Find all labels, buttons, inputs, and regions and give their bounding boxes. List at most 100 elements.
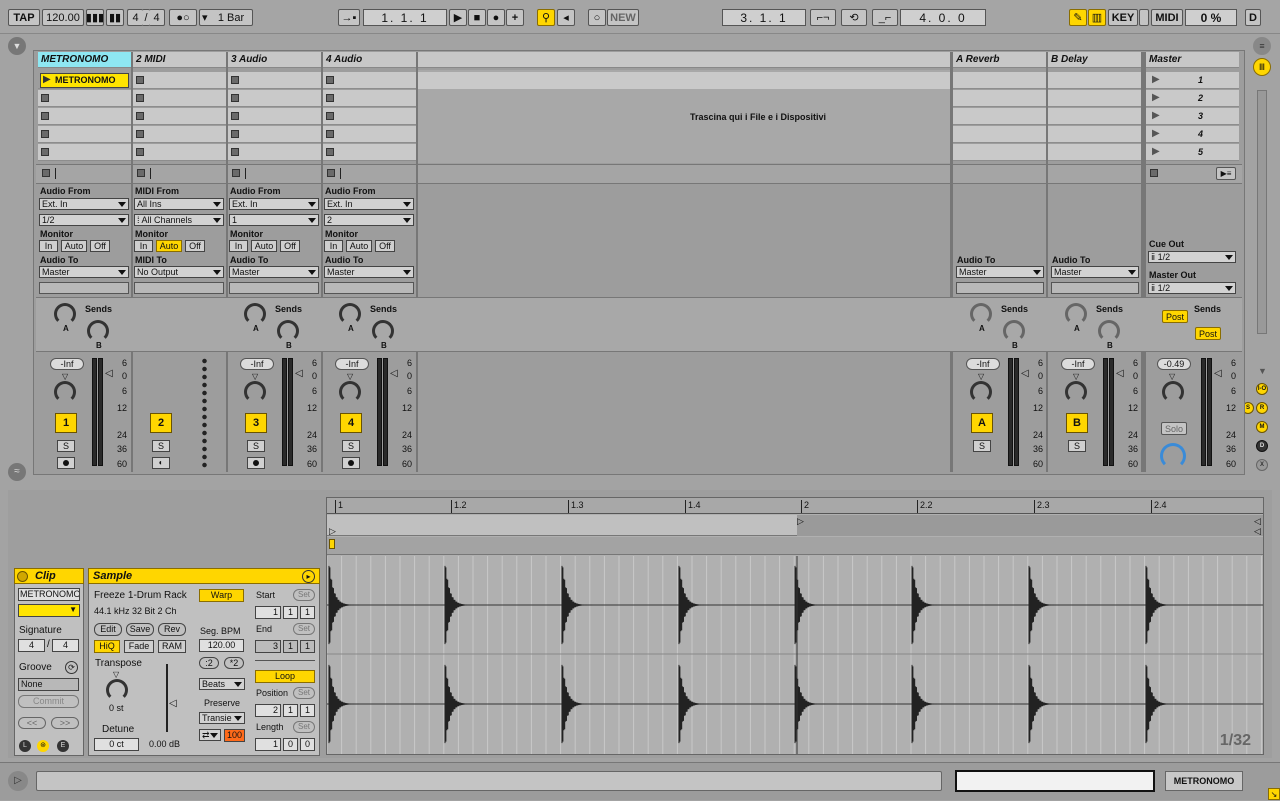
cue-out-dropdown[interactable]: ⅱ 1/2 [1148, 251, 1236, 263]
master-header[interactable]: Master [1146, 52, 1239, 68]
clip-play-icon[interactable]: ▶ [43, 74, 51, 85]
clip-slot[interactable] [133, 108, 226, 125]
key-map-button[interactable]: KEY [1108, 9, 1138, 26]
clip-slot[interactable] [228, 126, 321, 143]
sample-editor[interactable]: 1 1.2 1.3 1.4 2 2.2 2.3 2.4 ▷ ◁ ▷ ◁ 1/32 [326, 497, 1264, 755]
post-button-b[interactable]: Post [1195, 327, 1221, 340]
stop-icon[interactable]: ■ [468, 9, 486, 26]
output-channel-field[interactable] [1051, 282, 1139, 294]
edit-button[interactable]: Edit [94, 623, 122, 636]
clip-slot[interactable] [133, 144, 226, 161]
gain-slider[interactable] [166, 664, 168, 732]
send-a-knob[interactable] [339, 303, 361, 325]
clip-slot[interactable] [323, 90, 416, 107]
volume-slider-icon[interactable]: ◁ [1021, 368, 1029, 379]
clip-slot[interactable] [133, 90, 226, 107]
solo-button[interactable]: S [152, 440, 170, 452]
clip-stop-icon[interactable] [136, 130, 144, 138]
tempo-nudge-icon[interactable]: ▮▮ [106, 9, 124, 26]
start-beat-field[interactable]: 1 [283, 606, 298, 619]
loop-mode-dropdown[interactable]: ⇄ [199, 729, 221, 741]
return-header-b-delay[interactable]: B Delay [1048, 52, 1141, 68]
pan-knob[interactable] [970, 381, 992, 403]
clip-stop-icon[interactable] [41, 94, 49, 102]
monitor-in-button[interactable]: In [229, 240, 248, 252]
scene-launch-4[interactable]: ▶ 4 [1146, 126, 1239, 143]
solo-button[interactable]: S [57, 440, 75, 452]
send-a-knob[interactable] [1065, 303, 1087, 325]
stop-clips-icon[interactable] [327, 169, 335, 177]
clip-signature-denominator[interactable]: 4 [52, 639, 79, 652]
audio-from-channel[interactable]: 1 [229, 214, 319, 226]
clip-slot[interactable] [38, 108, 131, 125]
audio-from-channel[interactable]: 1/2 [39, 214, 129, 226]
scene-play-icon[interactable]: ▶ [1152, 74, 1160, 85]
play-icon[interactable]: ▶ [449, 9, 467, 26]
new-button[interactable]: NEW [607, 9, 639, 26]
volume-slider-icon[interactable]: ◁ [295, 368, 303, 379]
volume-slider-icon[interactable]: ◁ [1214, 368, 1222, 379]
midi-to-dropdown[interactable]: No Output [134, 266, 224, 278]
length-set-button[interactable]: Set [293, 721, 315, 733]
clip-stop-icon[interactable] [136, 76, 144, 84]
envelope-box-icon[interactable]: E [57, 740, 69, 752]
audio-to-dropdown[interactable]: Master [39, 266, 129, 278]
clip-slot[interactable] [323, 72, 416, 89]
back-to-arrangement-icon[interactable]: ◂ [557, 9, 575, 26]
length-beat-field[interactable]: 0 [283, 738, 298, 751]
audio-from-type[interactable]: Ext. In [229, 198, 319, 210]
master-pan-knob[interactable] [1162, 381, 1184, 403]
arm-button[interactable] [57, 457, 75, 469]
clip-slot[interactable] [323, 144, 416, 161]
monitor-in-button[interactable]: In [324, 240, 343, 252]
double-tempo-button[interactable]: *2 [224, 657, 244, 669]
automation-arm-icon[interactable]: ⚲ [537, 9, 555, 26]
clip-slot-metronomo-1[interactable]: ▶ METRONOMO [38, 72, 131, 89]
output-channel-field[interactable] [956, 282, 1044, 294]
status-nav-icon[interactable]: ▷ [8, 771, 28, 791]
midi-map-button[interactable]: MIDI [1151, 9, 1183, 26]
follow-icon[interactable]: →▪ [338, 9, 360, 26]
start-sixteenth-field[interactable]: 1 [300, 606, 315, 619]
overview-minimap[interactable] [955, 770, 1155, 792]
record-icon[interactable]: ● [487, 9, 505, 26]
track-activator-4[interactable]: 4 [340, 413, 362, 433]
solo-button[interactable]: S [342, 440, 360, 452]
ram-button[interactable]: RAM [158, 640, 186, 653]
track-activator-2[interactable]: 2 [150, 413, 172, 433]
clip-stop-icon[interactable] [136, 94, 144, 102]
clip-stop-icon[interactable] [326, 76, 334, 84]
keyboard-midi-icon[interactable]: ▥ [1088, 9, 1106, 26]
half-tempo-button[interactable]: :2 [199, 657, 219, 669]
fade-button[interactable]: Fade [124, 640, 154, 653]
preserve-dropdown[interactable]: Transie [199, 712, 245, 724]
master-volume[interactable]: -0.49 [1157, 358, 1191, 370]
pan-knob[interactable] [54, 381, 76, 403]
punch-out-icon[interactable]: _⌐ [872, 9, 898, 26]
detune-field[interactable]: 0 ct [94, 738, 139, 751]
track-activator-3[interactable]: 3 [245, 413, 267, 433]
clip-slot[interactable] [133, 126, 226, 143]
end-set-button[interactable]: Set [293, 623, 315, 635]
session-scrollbar[interactable] [1257, 90, 1267, 334]
track-header-4-audio[interactable]: 4 Audio [323, 52, 416, 68]
metronome-toggle-icon[interactable]: ▮▮▮ [86, 9, 104, 26]
clip-stop-icon[interactable] [326, 112, 334, 120]
view-switch-icon[interactable]: ≈ [8, 463, 26, 481]
waveform[interactable] [327, 556, 1263, 754]
clip-stop-icon[interactable] [136, 112, 144, 120]
return-header-a-reverb[interactable]: A Reverb [953, 52, 1046, 68]
position-sixteenth-field[interactable]: 1 [300, 704, 315, 717]
send-b-knob[interactable] [1003, 320, 1025, 342]
pan-knob[interactable] [244, 381, 266, 403]
monitor-auto-button[interactable]: Auto [156, 240, 182, 252]
hiq-button[interactable]: HiQ [94, 640, 120, 653]
clip-stop-icon[interactable] [231, 148, 239, 156]
track-volume-1[interactable]: -Inf [50, 358, 84, 370]
monitor-auto-button[interactable]: Auto [61, 240, 87, 252]
clip-stop-icon[interactable] [41, 130, 49, 138]
track-header-2-midi[interactable]: 2 MIDI [133, 52, 226, 68]
arrangement-view-icon[interactable]: ≡ [1253, 37, 1271, 55]
clip-slot[interactable] [228, 90, 321, 107]
pan-knob[interactable] [339, 381, 361, 403]
